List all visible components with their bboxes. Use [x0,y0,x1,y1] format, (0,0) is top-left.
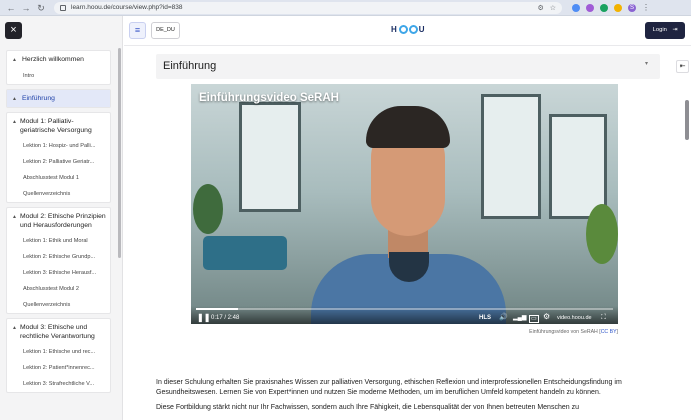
course-section-title: Modul 1: Palliativ-geriatrische Versorgu… [19,118,92,134]
bookmark-star-icon[interactable]: ☆ [550,4,556,12]
video-progress-bar[interactable] [196,308,613,310]
address-bar[interactable]: learn.hoou.de/course/view.php?id=838 ⚙ ☆ [54,1,562,14]
chevron-up-icon[interactable]: ▲ [12,94,19,104]
signal-icon: ▂▄▆ [513,315,527,321]
logo-letter: U [418,25,426,34]
video-controls: ❚❚ 0:17 / 2:48 HLS 🔊 ▂▄▆ ▭ ⚙ video.hoou.… [191,306,618,324]
course-section-title: Einführung [22,95,55,102]
settings-gear-icon[interactable]: ⚙ [543,313,550,321]
volume-icon[interactable]: 🔊 [499,314,508,322]
course-index-item[interactable]: Lektion 1: Ethik und Moral [7,233,110,249]
license-link[interactable]: CC BY [601,329,617,335]
video-plant-shape [586,204,618,264]
course-section-title: Modul 3: Ethische und rechtliche Verantw… [19,324,95,340]
course-section: ▲ Modul 1: Palliativ-geriatrische Versorg… [6,112,111,203]
forward-icon[interactable]: → [21,3,31,13]
login-label: Login [652,27,667,33]
logo-letter-o: O [408,25,418,34]
reload-icon[interactable]: ↻ [36,3,46,13]
extension-icon[interactable] [614,3,622,12]
course-index-drawer: × ▲ Herzlich willkommen Intro ▲ Einführung ▲ M… [0,16,123,420]
course-index-item[interactable]: Lektion 3: Ethische Herausf... [7,265,110,281]
caption-text: Einführungsvideo von SeRAH [529,329,598,335]
video-brand-link[interactable]: video.hoou.de [557,314,592,322]
close-drawer-button[interactable]: × [5,22,22,39]
course-index-item[interactable]: Lektion 2: Patient*innenrec... [7,360,110,376]
open-course-index-button[interactable]: ≡ [129,22,146,39]
quality-label[interactable]: HLS [479,314,491,322]
chevron-up-icon[interactable]: ▲ [12,117,17,127]
video-window-shape [239,102,301,212]
translate-icon[interactable]: ⚙ [537,4,543,12]
main-content: ≡ DE_DU H O O U Login ⇥ ⇤ Einführung ▾ E… [124,16,691,420]
chevron-up-icon[interactable]: ▲ [12,323,17,333]
open-block-drawer-icon[interactable]: ⇤ [676,60,689,73]
pause-icon[interactable]: ❚❚ [197,314,210,322]
extension-icon[interactable] [586,3,594,12]
top-navbar: ≡ DE_DU H O O U Login ⇥ [124,16,691,46]
page-scrollbar[interactable] [685,100,689,140]
logo-letter: H [391,25,398,34]
intro-paragraph: In dieser Schulung erhalten Sie praxisna… [156,379,622,396]
course-index-item[interactable]: Quellenverzeichnis [7,186,110,202]
course-index-item[interactable]: Quellenverzeichnis [7,297,110,313]
course-index-item[interactable]: Abschlusstest Modul 1 [7,170,110,186]
language-selector[interactable]: DE_DU [151,22,180,39]
video-time: 0:17 / 2:48 [211,315,240,321]
profile-avatar[interactable]: S [628,3,636,12]
course-index-item[interactable]: Lektion 2: Palliative Geriatr... [7,154,110,170]
browser-nav: ← → ↻ [0,3,46,13]
site-info-icon[interactable] [60,4,66,11]
course-index: ▲ Herzlich willkommen Intro ▲ Einführung ▲ Mod… [6,50,111,397]
video-sofa-shape [203,236,287,270]
back-icon[interactable]: ← [6,3,16,13]
video-caption: Einführungsvideo von SeRAH [CC BY] [529,329,618,335]
browser-menu-icon[interactable]: ⋮ [642,3,650,12]
course-index-item[interactable]: Lektion 3: Strafrechtliche V... [7,376,110,392]
extension-icon[interactable] [600,3,608,12]
course-section-header[interactable]: ▲ Einführung [7,90,110,107]
intro-text: In dieser Schulung erhalten Sie praxisna… [156,378,660,418]
video-progress-fill [196,308,238,310]
hoou-logo[interactable]: H O O U [391,25,426,34]
course-index-item[interactable]: Lektion 1: Ethische und rec... [7,344,110,360]
video-window-shape [549,114,607,219]
section-title: Einführung [163,60,217,72]
course-section: ▲ Modul 2: Ethische Prinzipien und Heraus… [6,207,111,314]
captions-icon[interactable]: ▭ [529,315,539,323]
fullscreen-icon[interactable]: ⛶ [601,314,606,322]
login-button[interactable]: Login ⇥ [645,22,685,39]
sidebar-scrollbar[interactable] [118,48,121,258]
video-title: Einführungsvideo SeRAH [199,92,339,104]
video-plant-shape [193,184,223,234]
chevron-up-icon[interactable]: ▲ [12,212,17,222]
course-section-header[interactable]: ▲ Herzlich willkommen [7,51,110,68]
course-index-item[interactable]: Intro [7,68,110,84]
extensions-area: S ⋮ [572,3,650,12]
collapse-chevron-icon[interactable]: ▾ [645,60,648,67]
address-url[interactable]: learn.hoou.de/course/view.php?id=838 [71,4,537,11]
course-section: ▲ Einführung [6,89,111,108]
course-section-title: Herzlich willkommen [22,56,84,63]
course-section: ▲ Herzlich willkommen Intro [6,50,111,85]
video-window-shape [481,94,541,219]
chevron-up-icon[interactable]: ▲ [12,55,19,65]
intro-paragraph: Diese Fortbildung stärkt nicht nur Ihr F… [156,404,579,411]
course-index-item[interactable]: Lektion 1: Hospiz- und Palli... [7,138,110,154]
video-player[interactable]: Einführungsvideo SeRAH ❚❚ 0:17 / 2:48 HL… [191,84,618,324]
section-header[interactable]: Einführung ▾ [156,54,660,79]
logo-letter-o: O [398,25,408,34]
course-index-item[interactable]: Abschlusstest Modul 2 [7,281,110,297]
course-section-header[interactable]: ▲ Modul 3: Ethische und rechtliche Verant… [7,319,110,344]
course-section-header[interactable]: ▲ Modul 2: Ethische Prinzipien und Heraus… [7,208,110,233]
course-section: ▲ Modul 3: Ethische und rechtliche Verant… [6,318,111,393]
browser-toolbar: ← → ↻ learn.hoou.de/course/view.php?id=8… [0,0,691,16]
login-icon: ⇥ [672,27,678,33]
course-section-header[interactable]: ▲ Modul 1: Palliativ-geriatrische Versorg… [7,113,110,138]
extension-icon[interactable] [572,3,580,12]
course-index-item[interactable]: Lektion 2: Ethische Grundp... [7,249,110,265]
course-section-title: Modul 2: Ethische Prinzipien und Herausf… [19,213,106,229]
